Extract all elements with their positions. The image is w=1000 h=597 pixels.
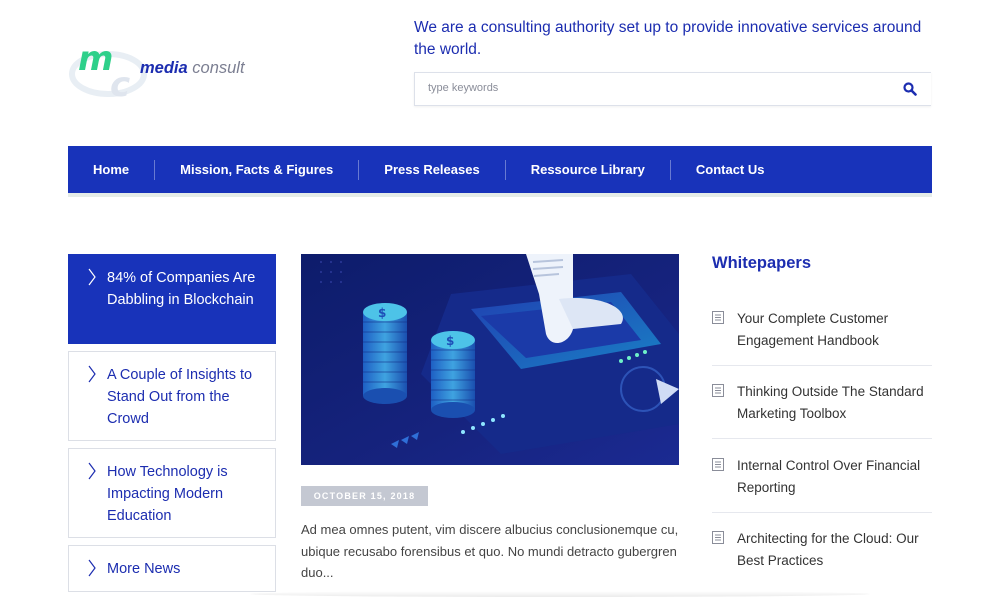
whitepaper-item[interactable]: Internal Control Over Financial Reportin…	[712, 455, 932, 513]
nav-item-mission[interactable]: Mission, Facts & Figures	[155, 159, 360, 180]
svg-text:$: $	[446, 334, 454, 348]
svg-text:c: c	[110, 65, 130, 102]
whitepaper-label: Thinking Outside The Standard Marketing …	[737, 384, 924, 421]
article-excerpt: Ad mea omnes putent, vim discere albuciu…	[301, 522, 679, 580]
news-item-more[interactable]: More News	[68, 545, 276, 592]
chevron-right-icon	[88, 462, 96, 480]
nav-item-ressource-library[interactable]: Ressource Library	[506, 159, 671, 180]
article-date-badge: OCTOBER 15, 2018	[301, 486, 428, 506]
whitepaper-item[interactable]: Architecting for the Cloud: Our Best Pra…	[712, 528, 932, 588]
chevron-right-icon	[88, 365, 96, 383]
news-item-technology[interactable]: How Technology is Impacting Modern Educa…	[68, 448, 276, 538]
header-tagline: We are a consulting authority set up to …	[414, 19, 922, 58]
nav-item-contact[interactable]: Contact Us	[671, 160, 790, 180]
logo-name-light: consult	[192, 59, 245, 77]
whitepaper-label: Your Complete Customer Engagement Handbo…	[737, 311, 889, 348]
search-icon[interactable]	[903, 82, 917, 96]
whitepapers-title: Whitepapers	[712, 254, 812, 272]
nav-item-press-releases[interactable]: Press Releases	[359, 159, 506, 180]
whitepaper-item[interactable]: Your Complete Customer Engagement Handbo…	[712, 308, 932, 366]
nav-item-home[interactable]: Home	[68, 159, 156, 180]
news-item-insights[interactable]: A Couple of Insights to Stand Out from t…	[68, 351, 276, 441]
whitepaper-label: Internal Control Over Financial Reportin…	[737, 458, 921, 495]
main-nav: Home Mission, Facts & Figures Press Rele…	[68, 146, 932, 193]
document-icon	[712, 458, 724, 471]
news-item-label: More News	[107, 561, 181, 577]
svg-text:m: m	[78, 39, 113, 79]
whitepaper-label: Architecting for the Cloud: Our Best Pra…	[737, 531, 919, 568]
search-input[interactable]	[428, 82, 868, 94]
news-item-blockchain[interactable]: 84% of Companies Are Dabbling in Blockch…	[68, 254, 276, 344]
news-item-label: 84% of Companies Are Dabbling in Blockch…	[107, 270, 256, 308]
document-icon	[712, 531, 724, 544]
chevron-right-icon	[88, 559, 96, 577]
article-image[interactable]: $ $	[301, 254, 679, 465]
bottom-shadow	[250, 591, 870, 597]
logo-name-bold: media	[140, 59, 188, 77]
nav-divider	[68, 193, 932, 197]
whitepaper-item[interactable]: Thinking Outside The Standard Marketing …	[712, 381, 932, 439]
news-item-label: A Couple of Insights to Stand Out from t…	[107, 367, 253, 427]
logo-wordmark: media consult	[140, 59, 245, 78]
chevron-right-icon	[88, 268, 96, 286]
document-icon	[712, 384, 724, 397]
document-icon	[712, 311, 724, 324]
news-item-label: How Technology is Impacting Modern Educa…	[107, 464, 228, 524]
svg-text:$: $	[378, 306, 386, 320]
search-bar	[414, 72, 931, 106]
